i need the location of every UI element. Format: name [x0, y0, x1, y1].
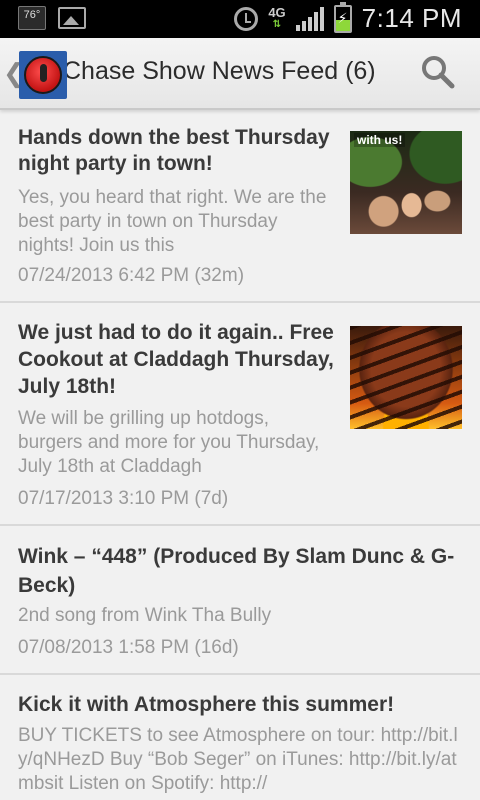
item-summary: We will be grilling up hotdogs, burgers …	[18, 408, 320, 477]
data-arrows-icon: ⇅	[272, 18, 282, 30]
signal-icon	[295, 6, 324, 31]
list-item[interactable]: Hands down the best Thursday night party…	[0, 112, 480, 303]
item-thumbnail	[350, 326, 462, 429]
thumbnail-caption: with us!	[354, 133, 406, 147]
item-summary: BUY TICKETS to see Atmosphere on tour: h…	[18, 725, 458, 794]
item-title: We just had to do it again.. Free Cookou…	[18, 321, 334, 398]
item-date: 07/08/2013 1:58 PM (16d)	[18, 637, 239, 658]
gallery-icon	[58, 7, 86, 29]
status-left-icons: 76°	[18, 6, 86, 30]
item-summary: 2nd song from Wink Tha Bully	[18, 605, 272, 626]
list-item[interactable]: We just had to do it again.. Free Cookou…	[0, 305, 480, 526]
status-right-icons: 4G ⇅ 7:14 PM	[234, 1, 462, 34]
item-summary: Yes, you heard that right. We are the be…	[18, 187, 327, 256]
news-feed-list: Hands down the best Thursday night party…	[0, 112, 480, 800]
app-logo-icon[interactable]	[19, 51, 67, 99]
item-date: 07/24/2013 6:42 PM (32m)	[18, 265, 245, 286]
network-label: 4G	[268, 4, 286, 20]
status-time: 7:14 PM	[361, 3, 462, 33]
item-title: Kick it with Atmosphere this summer!	[18, 693, 395, 716]
page-title: Chase Show News Feed (6)	[67, 57, 376, 85]
temperature-badge: 76°	[18, 6, 46, 30]
item-title: Wink – “448” (Produced By Slam Dunc & G-…	[18, 545, 455, 597]
search-icon[interactable]	[420, 54, 456, 90]
microphone-logo-icon	[24, 56, 62, 94]
item-thumbnail: with us!	[350, 131, 462, 234]
action-bar: ❮ Chase Show News Feed (6)	[0, 38, 480, 110]
item-date: 07/17/2013 3:10 PM (7d)	[18, 488, 229, 509]
network-indicator: 4G ⇅	[268, 4, 286, 31]
alarm-icon	[234, 6, 259, 31]
item-title: Hands down the best Thursday night party…	[18, 126, 330, 175]
list-item[interactable]: Wink – “448” (Produced By Slam Dunc & G-…	[0, 528, 480, 675]
status-bar: 76° 4G ⇅ 7:14 PM	[0, 0, 480, 38]
battery-icon	[333, 1, 352, 33]
list-item[interactable]: Kick it with Atmosphere this summer! BUY…	[0, 677, 480, 800]
